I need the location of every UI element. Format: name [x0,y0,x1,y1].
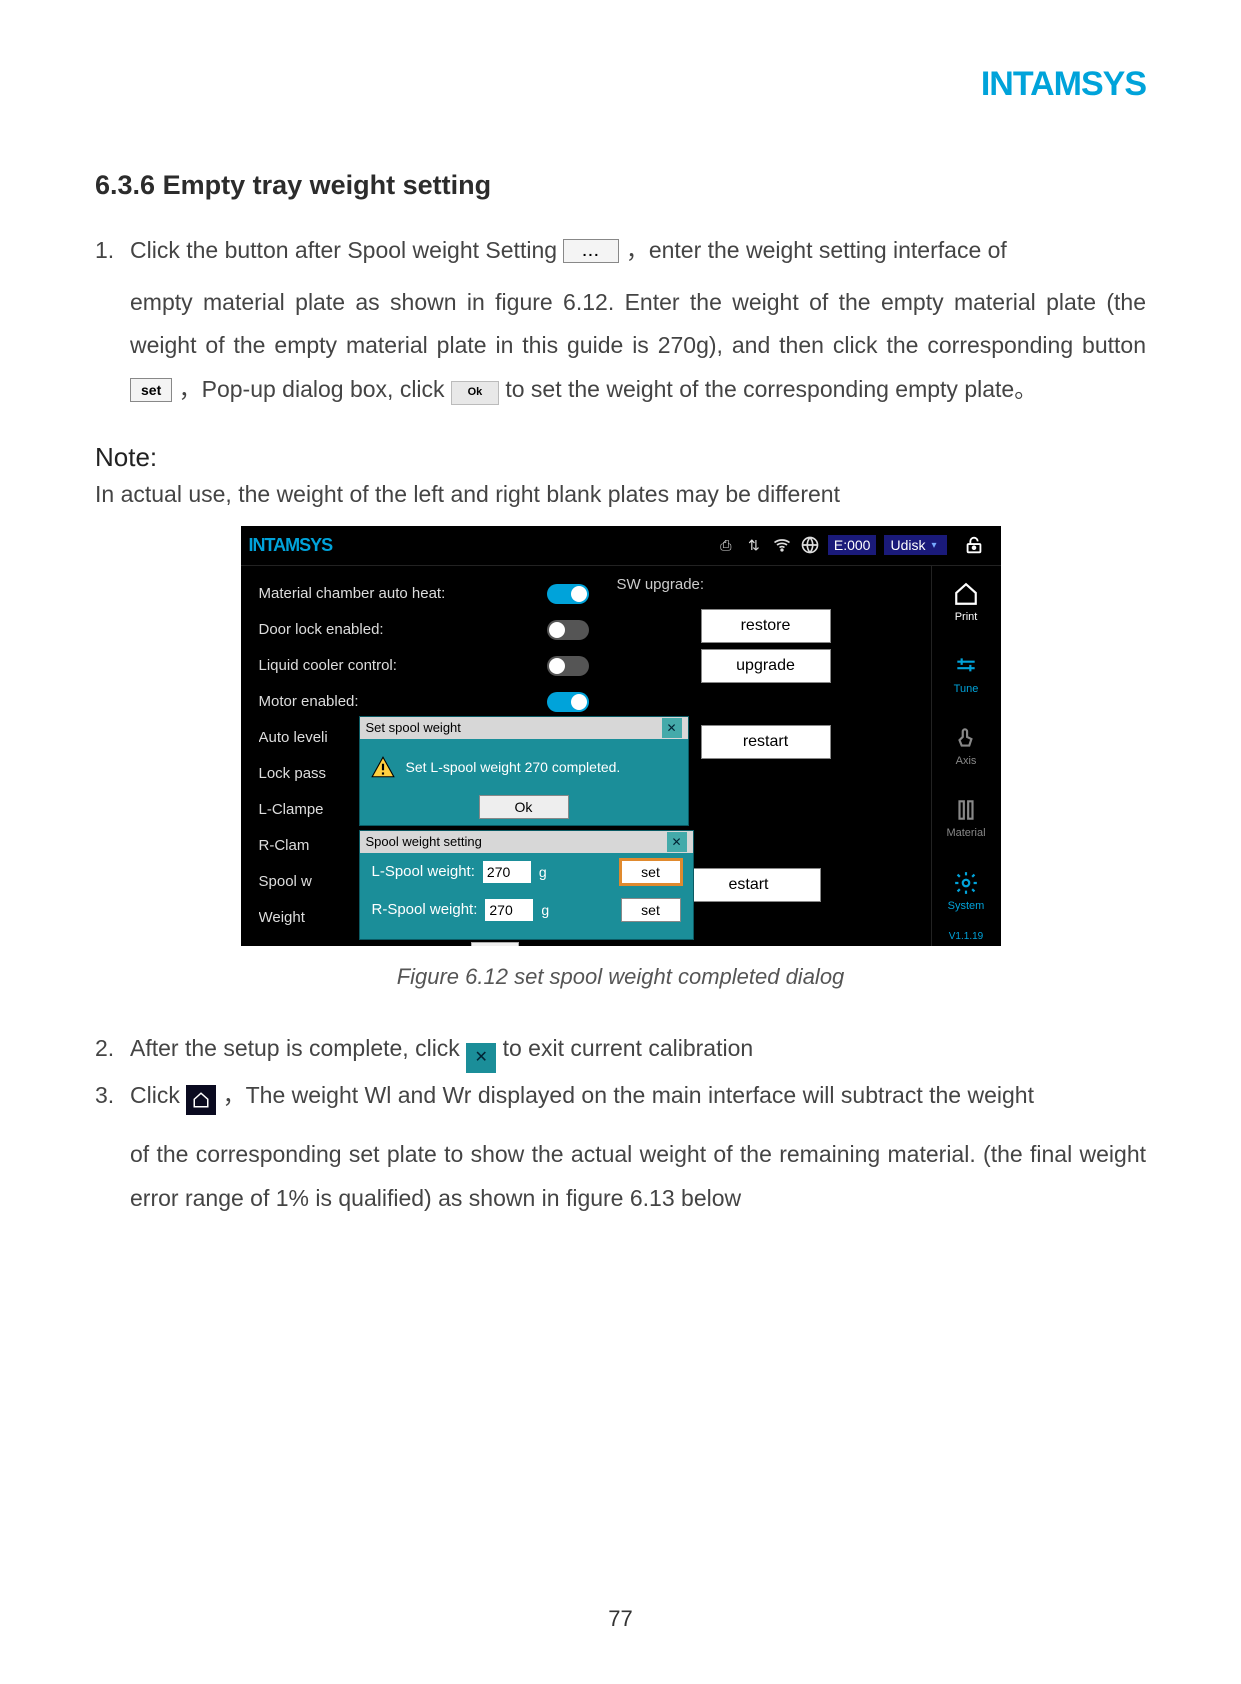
sidebar-item-tune[interactable]: Tune [932,638,1001,710]
version-label: V1.1.19 [949,927,983,946]
step-3-continued: of the corresponding set plate to show t… [95,1133,1146,1220]
l-spool-row: L-Spool weight: g set [360,853,693,891]
l-spool-label: L-Spool weight: [372,863,475,880]
sidebar-label: Material [946,827,985,839]
dialog-ok-button[interactable]: Ok [479,795,569,819]
error-code: E:000 [828,535,877,555]
toggle[interactable] [547,620,589,640]
section-heading: 6.3.6 Empty tray weight setting [95,170,1146,201]
step-3: 3. Click ，The weight Wl and Wr displayed… [95,1077,1146,1115]
setting-row: Liquid cooler control: [259,648,589,684]
r-spool-input[interactable] [485,899,533,921]
step-1-text-d: ，Pop-up dialog box, click [179,376,445,402]
topbar: INTAMSYS ⎙ ⇅ E:000 Udisk [241,526,1001,566]
dialog-title-bar: Spool weight setting ✕ [360,831,693,853]
r-spool-label: R-Spool weight: [372,901,478,918]
l-spool-set-button[interactable]: set [621,860,681,884]
unit-label: g [539,864,547,880]
main-panel: Material chamber auto heat: Door lock en… [241,566,931,946]
toggle[interactable] [547,692,589,712]
ok-button-inline[interactable]: Ok [451,381,499,405]
note-heading: Note: [95,442,1146,473]
gear-icon [953,870,979,896]
l-spool-input[interactable] [483,861,531,883]
sidebar-label: Tune [954,683,979,695]
r-spool-set-button[interactable]: set [621,898,681,922]
sidebar-label: System [948,900,985,912]
usb-icon: ⇅ [744,535,764,555]
close-icon[interactable]: ✕ [662,718,682,738]
toggle[interactable] [547,656,589,676]
sidebar: Print Tune Axis Material System V1.1.19 [931,566,1001,946]
step-1-text-a: Click the button after Spool weight Sett… [130,237,557,263]
step-2-text-a: After the setup is complete, click [130,1035,460,1061]
step-1-text-b: ，enter the weight setting interface of [626,237,1007,263]
material-icon [953,797,979,823]
status-icon-1: ⎙ [716,535,736,555]
close-x-icon[interactable]: ✕ [466,1043,496,1073]
sidebar-label: Print [955,611,978,623]
setting-row: Motor enabled: [259,684,589,720]
step-1-number: 1. [95,229,114,273]
dialog-title: Spool weight setting [366,834,482,849]
step-1: 1. Click the button after Spool weight S… [95,229,1146,412]
unit-label: g [541,902,549,918]
step-1-text-e: to set the weight of the corresponding e… [505,376,1037,402]
brand-logo: INTAMSYS [981,65,1146,104]
setting-row: Material chamber auto heat: [259,576,589,612]
embedded-screenshot: INTAMSYS ⎙ ⇅ E:000 Udisk Print Tune Axis [241,526,1001,946]
wifi-icon [772,535,792,555]
lock-icon[interactable] [955,534,993,556]
ellipsis-chip[interactable]: ... [471,942,519,946]
sidebar-item-print[interactable]: Print [932,566,1001,638]
globe-icon [800,535,820,555]
ellipsis-button[interactable]: ... [563,239,619,263]
sw-upgrade-label: SW upgrade: [611,572,921,603]
toggle[interactable] [547,584,589,604]
estart-button[interactable]: estart [691,868,821,902]
upgrade-button[interactable]: upgrade [701,649,831,683]
dialog-body: Set L-spool weight 270 completed. [360,739,688,795]
section-title: Empty tray weight setting [163,170,492,200]
restart-button[interactable]: restart [701,725,831,759]
home-icon [953,581,979,607]
restore-button[interactable]: restore [701,609,831,643]
home-print-icon[interactable] [186,1085,216,1115]
spool-weight-setting-dialog: Spool weight setting ✕ L-Spool weight: g… [359,830,694,940]
step-2-text-b: to exit current calibration [503,1035,754,1061]
note-text: In actual use, the weight of the left an… [95,481,1146,508]
section-number: 6.3.6 [95,170,155,200]
step-3-number: 3. [95,1077,114,1115]
udisk-dropdown[interactable]: Udisk [884,535,946,555]
figure-caption: Figure 6.12 set spool weight completed d… [95,964,1146,990]
dialog-title: Set spool weight [366,720,461,735]
setting-row: Door lock enabled: [259,612,589,648]
sidebar-item-axis[interactable]: Axis [932,710,1001,782]
sidebar-label: Axis [956,755,977,767]
set-spool-weight-dialog: Set spool weight ✕ Set L-spool weight 27… [359,716,689,826]
sidebar-item-material[interactable]: Material [932,782,1001,854]
step-3-text-b: ，The weight Wl and Wr displayed on the m… [223,1082,1034,1108]
step-2-number: 2. [95,1030,114,1068]
dialog-title-bar: Set spool weight ✕ [360,717,688,739]
hand-tap-icon [953,725,979,751]
warning-icon [370,754,396,780]
sliders-icon [953,653,979,679]
close-icon[interactable]: ✕ [667,832,687,852]
step-1-text-c: empty material plate as shown in figure … [130,289,1146,359]
step-3-text-a: Click [130,1082,180,1108]
ss-brand: INTAMSYS [249,535,333,556]
page-number: 77 [0,1606,1241,1632]
sidebar-item-system[interactable]: System [932,855,1001,927]
dialog-message: Set L-spool weight 270 completed. [406,759,621,775]
steps-2-3: 2. After the setup is complete, click ✕ … [95,1030,1146,1115]
set-button-inline[interactable]: set [130,378,172,402]
r-spool-row: R-Spool weight: g set [360,891,693,929]
step-2: 2. After the setup is complete, click ✕ … [95,1030,1146,1073]
